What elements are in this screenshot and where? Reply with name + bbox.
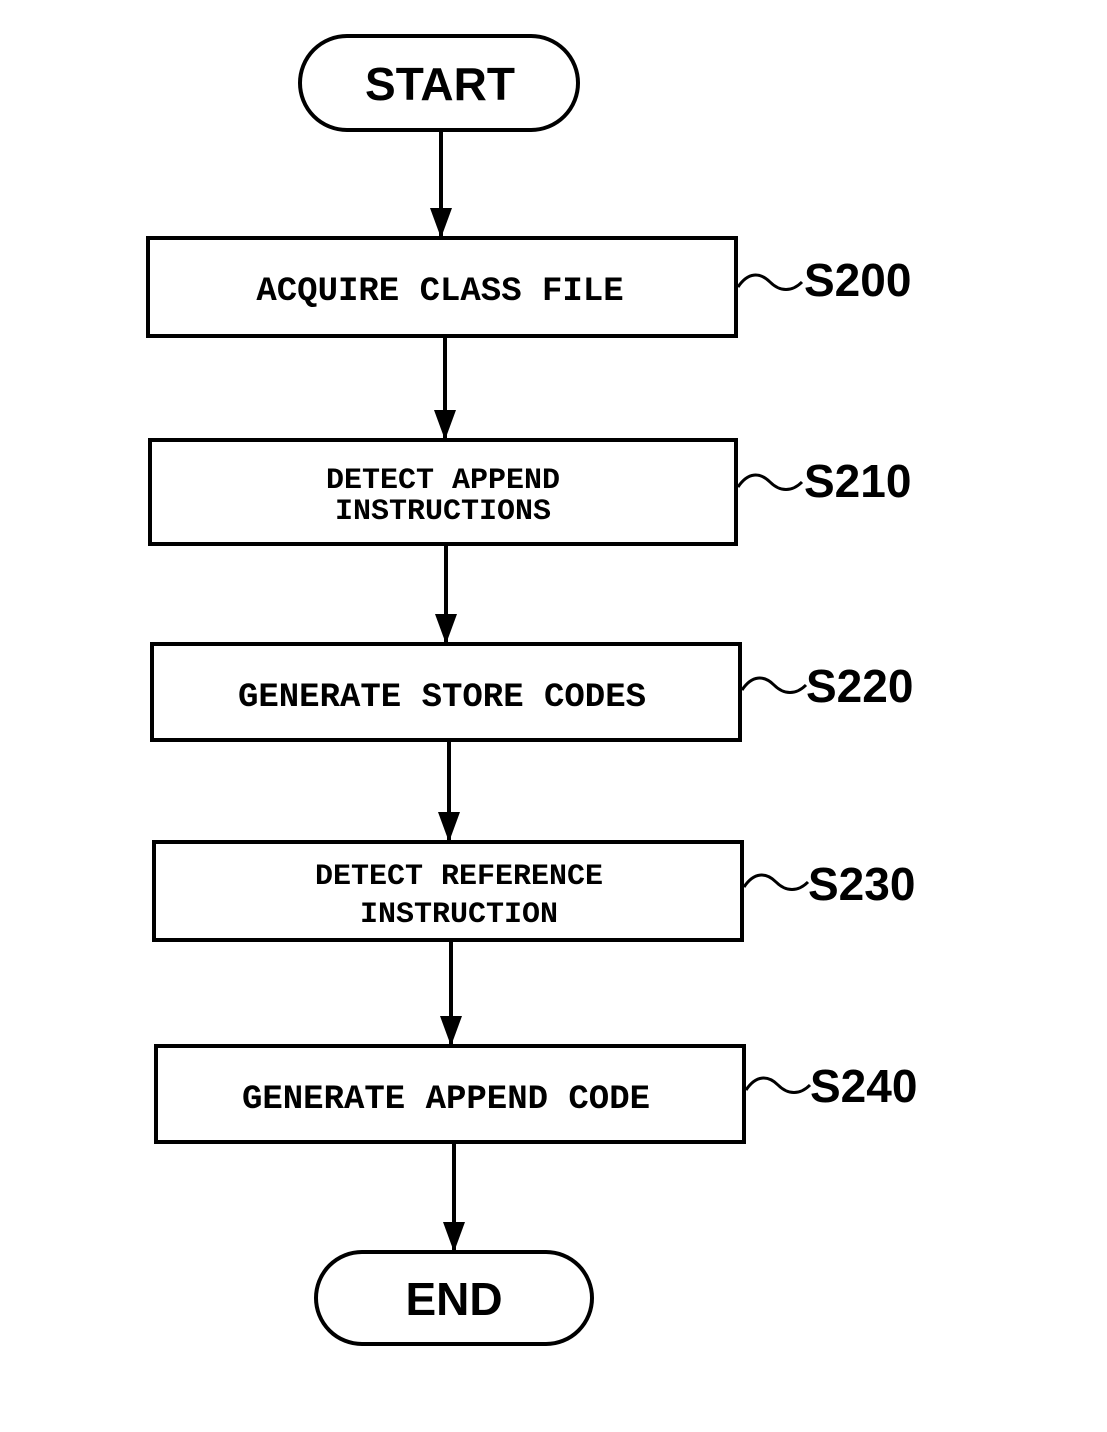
leader-line — [740, 676, 808, 694]
step-text: GENERATE STORE CODES — [238, 679, 646, 717]
arrowhead — [440, 1016, 462, 1046]
step-text: ACQUIRE CLASS FILE — [256, 273, 623, 311]
step-id-label: S210 — [804, 455, 911, 507]
leader-line — [742, 873, 810, 891]
step-id-label: S240 — [810, 1060, 917, 1112]
leader-line — [744, 1076, 812, 1094]
arrowhead — [434, 410, 456, 440]
leader-line — [736, 273, 804, 291]
step-text-line-1: DETECT APPEND — [326, 464, 560, 498]
start-label: START — [365, 58, 515, 110]
arrowhead — [443, 1222, 465, 1252]
step-text-line-2: INSTRUCTION — [360, 898, 558, 932]
process-step-s200: ACQUIRE CLASS FILE S200 — [146, 236, 911, 338]
process-step-s210: DETECT APPEND INSTRUCTIONS S210 — [148, 438, 911, 546]
end-terminal: END — [314, 1250, 594, 1346]
start-terminal: START — [298, 34, 580, 132]
step-text-line-2: INSTRUCTIONS — [335, 495, 551, 529]
step-text-line-1: DETECT REFERENCE — [315, 860, 603, 894]
process-step-s240: GENERATE APPEND CODE S240 — [154, 1044, 917, 1144]
step-text: GENERATE APPEND CODE — [242, 1081, 650, 1119]
arrowhead — [430, 208, 452, 238]
step-id-label: S200 — [804, 254, 911, 306]
arrowhead — [435, 614, 457, 644]
step-id-label: S230 — [808, 858, 915, 910]
arrowhead — [438, 812, 460, 842]
process-step-s220: GENERATE STORE CODES S220 — [150, 642, 913, 742]
process-step-s230: DETECT REFERENCE INSTRUCTION S230 — [152, 840, 915, 942]
flowchart: START ACQUIRE CLASS FILE S200 DETECT APP… — [146, 34, 917, 1346]
end-label: END — [405, 1273, 502, 1325]
leader-line — [736, 473, 804, 491]
step-id-label: S220 — [806, 660, 913, 712]
